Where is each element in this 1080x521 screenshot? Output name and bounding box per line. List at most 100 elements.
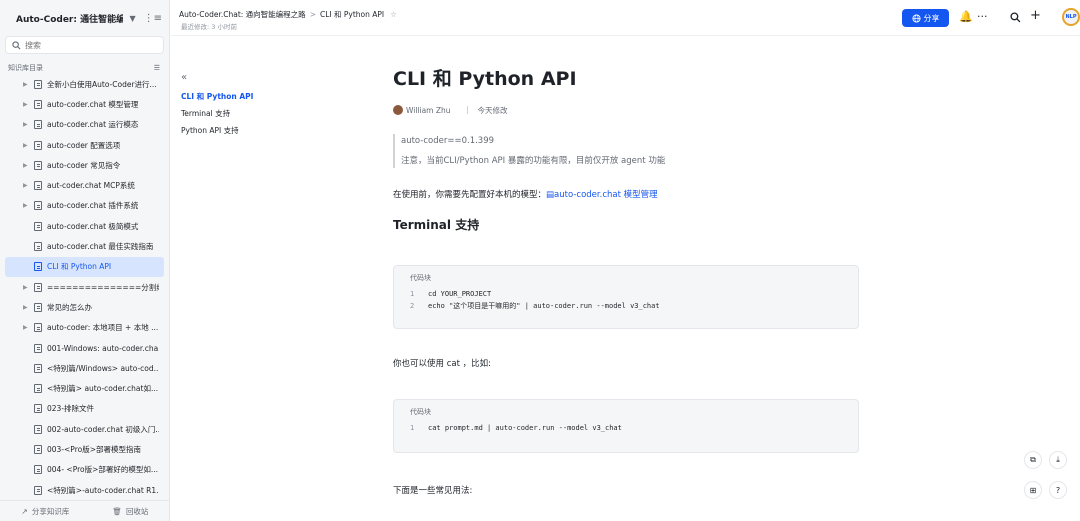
sidebar-item[interactable]: 002-auto-coder.chat 初级入门... bbox=[5, 419, 164, 439]
help-button[interactable]: ? bbox=[1049, 481, 1067, 499]
toc-section-header: 知识库目录 ☰ bbox=[8, 63, 160, 73]
help-icon: ? bbox=[1055, 485, 1061, 495]
breadcrumb: Auto-Coder.Chat: 通向智能编程之路 > CLI 和 Python A… bbox=[179, 9, 397, 20]
expand-arrow-icon[interactable]: ▶ bbox=[23, 182, 28, 189]
sidebar-item-label: CLI 和 Python API bbox=[47, 262, 112, 272]
trash-icon: 🗑 bbox=[112, 506, 122, 516]
doc-link-icon: ▤ bbox=[546, 190, 555, 200]
heading-terminal: Terminal 支持 bbox=[393, 218, 480, 232]
sidebar-item[interactable]: ▶ 常见的怎么办 bbox=[5, 297, 164, 317]
chevron-right-icon: > bbox=[309, 10, 316, 19]
sidebar-item[interactable]: <特别篇> auto-coder.chat如... bbox=[5, 378, 164, 398]
code-block[interactable]: 代码块 1 cat prompt.md | auto-coder.run --mo… bbox=[393, 399, 859, 453]
sidebar-item-label: 002-auto-coder.chat 初级入门... bbox=[47, 424, 159, 434]
breadcrumb-current[interactable]: CLI 和 Python API bbox=[320, 10, 384, 19]
expand-arrow-icon[interactable]: ▶ bbox=[23, 121, 28, 128]
document-icon bbox=[34, 302, 42, 312]
share-button[interactable]: 分享 bbox=[902, 9, 949, 27]
code-line: 2 echo "这个项目是干嘛用的" | auto-coder.run --mod… bbox=[410, 300, 842, 312]
sidebar-item[interactable]: 023-排除文件 bbox=[5, 399, 164, 419]
expand-arrow-icon[interactable]: ▶ bbox=[23, 162, 28, 169]
collapse-outline-icon[interactable]: « bbox=[181, 72, 281, 88]
sidebar-item-label: auto-coder.chat 极简模式 bbox=[47, 221, 139, 231]
sidebar-item[interactable]: ▶ auto-coder: 本地项目 + 本地 ... bbox=[5, 318, 164, 338]
sidebar-item[interactable]: auto-coder.chat 极简模式 bbox=[5, 216, 164, 236]
sidebar-item[interactable]: ▶ 全新小白使用Auto-Coder进行... bbox=[5, 74, 164, 94]
breadcrumb-root[interactable]: Auto-Coder.Chat: 通向智能编程之路 bbox=[179, 10, 306, 19]
sidebar-item-label: <特别篇> auto-coder.chat如... bbox=[47, 384, 159, 394]
sidebar-item[interactable]: 001-Windows: auto-coder.cha... bbox=[5, 338, 164, 358]
document-icon bbox=[34, 262, 42, 272]
paragraph: 下面是一些常见用法: bbox=[393, 486, 473, 496]
code-block-label: 代码块 bbox=[410, 408, 431, 416]
search-input[interactable] bbox=[25, 40, 155, 50]
expand-arrow-icon[interactable]: ▶ bbox=[23, 284, 28, 291]
expand-arrow-icon[interactable]: ▶ bbox=[23, 101, 28, 108]
sidebar-item-label: auto-coder 配置选项 bbox=[47, 140, 121, 150]
document-icon bbox=[34, 181, 42, 191]
sidebar-item-label: auto-coder: 本地项目 + 本地 ... bbox=[47, 323, 159, 333]
sidebar-item[interactable]: ▶ auto-coder.chat 插件系统 bbox=[5, 196, 164, 216]
sidebar-item-label: auto-coder 常见指令 bbox=[47, 160, 121, 170]
sidebar-item[interactable]: ▶ ===============分割线=... bbox=[5, 277, 164, 297]
outline-item[interactable]: CLI 和 Python API bbox=[181, 88, 281, 105]
sidebar-item[interactable]: ▶ auto-coder.chat 模型管理 bbox=[5, 94, 164, 114]
sidebar-item[interactable]: ▶ aut-coder.chat MCP系统 bbox=[5, 175, 164, 195]
search-doc-icon[interactable] bbox=[1010, 12, 1021, 23]
sidebar-item[interactable]: ▶ auto-coder 配置选项 bbox=[5, 135, 164, 155]
sidebar-item[interactable]: 003-<Pro版>部署模型指南 bbox=[5, 439, 164, 459]
code-block[interactable]: 代码块 1 cd YOUR_PROJECT 2 echo "这个项目是干嘛用的" | … bbox=[393, 265, 859, 329]
bell-icon[interactable]: 🔔 bbox=[959, 10, 973, 23]
document-icon bbox=[34, 384, 42, 394]
sidebar-tree: ▶ 全新小白使用Auto-Coder进行... ▶ auto-coder.chat 模… bbox=[5, 74, 164, 500]
search-box[interactable] bbox=[5, 36, 164, 54]
document-icon bbox=[34, 404, 42, 414]
document-icon bbox=[34, 465, 42, 475]
sidebar-footer: ↗ 分享知识库 🗑 回收站 bbox=[0, 500, 170, 521]
document-icon bbox=[34, 444, 42, 454]
document-icon bbox=[34, 99, 42, 109]
wiki-title[interactable]: Auto-Coder: 通往智能编码... bbox=[16, 12, 123, 25]
code-text: cd YOUR_PROJECT bbox=[428, 290, 492, 298]
copy-link-button[interactable]: ⧉ bbox=[1024, 451, 1042, 469]
expand-arrow-icon[interactable]: ▶ bbox=[23, 202, 28, 209]
trash-button[interactable]: 🗑 回收站 bbox=[112, 506, 148, 517]
globe-icon bbox=[911, 13, 921, 23]
sidebar-item[interactable]: CLI 和 Python API bbox=[5, 256, 164, 277]
outline-item[interactable]: Terminal 支持 bbox=[181, 105, 281, 122]
download-button[interactable]: ⤓ bbox=[1049, 451, 1067, 469]
template-button[interactable]: ⊞ bbox=[1024, 481, 1042, 499]
chevron-down-icon[interactable]: ▼ bbox=[129, 14, 135, 23]
document-icon bbox=[34, 160, 42, 170]
code-text: echo "这个项目是干嘛用的" | auto-coder.run --mode… bbox=[428, 302, 660, 310]
user-avatar[interactable]: NLP bbox=[1062, 8, 1080, 26]
document-body: CLI 和 Python API William Zhu 今天修改 auto-c… bbox=[393, 64, 859, 498]
last-modified: 最近修改: 3 小时前 bbox=[181, 23, 237, 31]
expand-arrow-icon[interactable]: ▶ bbox=[23, 81, 28, 88]
sidebar-item[interactable]: ▶ auto-coder 常见指令 bbox=[5, 155, 164, 175]
outline-item[interactable]: Python API 支持 bbox=[181, 122, 281, 139]
author-avatar[interactable] bbox=[393, 105, 403, 115]
share-wiki-button[interactable]: ↗ 分享知识库 bbox=[22, 506, 70, 517]
expand-arrow-icon[interactable]: ▶ bbox=[23, 304, 28, 311]
sidebar-item[interactable]: 004- <Pro版>部署好的模型如... bbox=[5, 460, 164, 480]
sidebar-item[interactable]: <特别篇/Windows> auto-cod... bbox=[5, 358, 164, 378]
outline-toggle-icon[interactable]: ☰ bbox=[154, 64, 160, 72]
sidebar-item[interactable]: auto-coder.chat 最佳实践指南 bbox=[5, 236, 164, 256]
sidebar-header: Auto-Coder: 通往智能编码... ▼ ⋮≡ bbox=[0, 0, 170, 36]
sidebar-item[interactable]: <特别篇>-auto-coder.chat R1... bbox=[5, 480, 164, 500]
plus-icon[interactable]: + bbox=[1030, 8, 1041, 23]
collapse-sidebar-icon[interactable]: ⋮≡ bbox=[144, 13, 162, 24]
line-number: 2 bbox=[410, 302, 415, 310]
star-icon[interactable]: ☆ bbox=[390, 10, 397, 19]
document-icon bbox=[34, 485, 42, 495]
document-icon bbox=[34, 323, 42, 333]
expand-arrow-icon[interactable]: ▶ bbox=[23, 142, 28, 149]
author-name[interactable]: William Zhu bbox=[406, 106, 451, 115]
sidebar-item-label: auto-coder.chat 最佳实践指南 bbox=[47, 242, 154, 252]
more-icon[interactable]: ··· bbox=[977, 10, 988, 23]
expand-arrow-icon[interactable]: ▶ bbox=[23, 324, 28, 331]
doc-link[interactable]: ▤auto-coder.chat 模型管理 bbox=[546, 190, 658, 200]
paragraph: 在使用前，你需要先配置好本机的模型：▤auto-coder.chat 模型管理 bbox=[393, 190, 658, 200]
sidebar-item[interactable]: ▶ auto-coder.chat 运行模态 bbox=[5, 115, 164, 135]
